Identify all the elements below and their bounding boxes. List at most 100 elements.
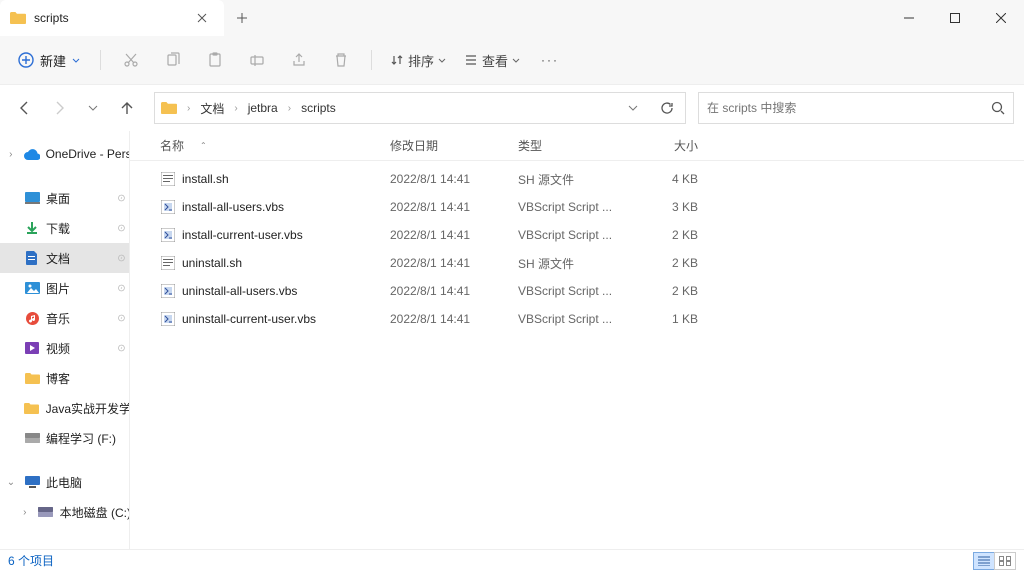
chevron-right-icon[interactable]: › [232,103,239,114]
music-icon [24,310,40,326]
drive-icon [38,504,54,520]
sidebar-item-coding-f[interactable]: 编程学习 (F:) [0,423,129,453]
view-label: 查看 [482,51,508,70]
chevron-right-icon[interactable]: › [4,149,18,160]
minimize-button[interactable] [886,0,932,36]
sidebar-item-label: 文档 [46,250,70,267]
sidebar-item-thispc[interactable]: ⌄ 此电脑 [0,467,129,497]
chevron-right-icon[interactable]: › [286,103,293,114]
new-button[interactable]: 新建 [10,47,88,74]
nav-row: › 文档 › jetbra › scripts [0,85,1024,131]
col-label-name: 名称 [160,137,184,154]
file-row[interactable]: uninstall-all-users.vbs2022/8/1 14:41VBS… [130,277,1024,305]
file-date: 2022/8/1 14:41 [390,200,518,214]
content-pane: 名称⌃ 修改日期 类型 大小 install.sh2022/8/1 14:41S… [130,131,1024,549]
address-dropdown-button[interactable] [619,94,647,122]
tab-close-button[interactable] [190,6,214,30]
file-icon [160,255,176,271]
folder-icon [24,400,40,416]
file-name: uninstall-current-user.vbs [182,312,390,326]
search-input[interactable] [707,101,991,115]
desktop-icon [24,190,40,206]
file-size: 1 KB [628,312,698,326]
share-button[interactable] [281,42,317,78]
addressbar[interactable]: › 文档 › jetbra › scripts [154,92,686,124]
sidebar-item-videos[interactable]: 视频 ⊙ [0,333,129,363]
sidebar-item-java[interactable]: Java实战开发学 [0,393,129,423]
file-date: 2022/8/1 14:41 [390,312,518,326]
col-header-type[interactable]: 类型 [518,137,628,154]
breadcrumb-1[interactable]: jetbra [246,99,280,117]
sidebar-item-downloads[interactable]: 下载 ⊙ [0,213,129,243]
download-icon [24,220,40,236]
breadcrumb-2[interactable]: scripts [299,99,338,117]
thumbnails-view-button[interactable] [994,552,1016,570]
forward-button[interactable] [44,93,74,123]
file-type: VBScript Script ... [518,312,628,326]
up-button[interactable] [112,93,142,123]
new-button-label: 新建 [40,51,66,70]
pin-icon: ⊙ [114,251,127,265]
close-window-button[interactable] [978,0,1024,36]
more-button[interactable]: ··· [532,53,568,67]
file-icon [160,311,176,327]
pin-icon: ⊙ [114,221,127,235]
tab-title: scripts [34,11,182,25]
chevron-right-icon[interactable]: › [185,103,192,114]
sidebar-item-pictures[interactable]: 图片 ⊙ [0,273,129,303]
chevron-right-icon[interactable]: › [18,507,32,518]
delete-button[interactable] [323,42,359,78]
sidebar-item-onedrive[interactable]: › OneDrive - Pers [0,139,129,169]
tab-current[interactable]: scripts [0,0,224,36]
col-header-date[interactable]: 修改日期 [390,137,518,154]
new-tab-button[interactable] [224,0,260,36]
file-date: 2022/8/1 14:41 [390,284,518,298]
view-dropdown[interactable]: 查看 [458,47,526,74]
col-header-name[interactable]: 名称⌃ [160,137,390,154]
file-row[interactable]: install-current-user.vbs2022/8/1 14:41VB… [130,221,1024,249]
sidebar-item-music[interactable]: 音乐 ⊙ [0,303,129,333]
search-icon[interactable] [991,101,1005,115]
sidebar-item-blog[interactable]: 博客 [0,363,129,393]
sidebar-item-desktop[interactable]: 桌面 ⊙ [0,183,129,213]
sidebar-item-documents[interactable]: 文档 ⊙ [0,243,129,273]
sort-dropdown[interactable]: 排序 [384,47,452,74]
rename-button[interactable] [239,42,275,78]
file-type: VBScript Script ... [518,228,628,242]
copy-button[interactable] [155,42,191,78]
file-name: install-all-users.vbs [182,200,390,214]
sidebar-item-label: 下载 [46,220,70,237]
file-size: 3 KB [628,200,698,214]
file-row[interactable]: install.sh2022/8/1 14:41SH 源文件4 KB [130,165,1024,193]
cloud-icon [24,146,40,162]
maximize-button[interactable] [932,0,978,36]
pin-icon: ⊙ [114,191,127,205]
view-toggles [974,552,1016,570]
video-icon [24,340,40,356]
sidebar-item-label: OneDrive - Pers [46,147,129,161]
file-name: install.sh [182,172,390,186]
pin-icon: ⊙ [114,341,127,355]
file-row[interactable]: uninstall.sh2022/8/1 14:41SH 源文件2 KB [130,249,1024,277]
file-row[interactable]: install-all-users.vbs2022/8/1 14:41VBScr… [130,193,1024,221]
chevron-down-icon[interactable]: ⌄ [4,477,18,488]
back-button[interactable] [10,93,40,123]
file-type: SH 源文件 [518,255,628,272]
recent-dropdown[interactable] [78,93,108,123]
pin-icon: ⊙ [114,311,127,325]
sidebar-item-disk-c[interactable]: › 本地磁盘 (C:) [0,497,129,527]
col-header-size[interactable]: 大小 [628,137,698,154]
sort-label: 排序 [408,51,434,70]
file-row[interactable]: uninstall-current-user.vbs2022/8/1 14:41… [130,305,1024,333]
breadcrumb-0[interactable]: 文档 [198,98,226,119]
sidebar: › OneDrive - Pers 桌面 ⊙ 下载 ⊙ 文档 ⊙ 图片 ⊙ [0,131,130,549]
file-size: 2 KB [628,284,698,298]
file-type: SH 源文件 [518,171,628,188]
details-view-button[interactable] [973,552,995,570]
cut-button[interactable] [113,42,149,78]
file-icon [160,199,176,215]
file-size: 2 KB [628,256,698,270]
search-box[interactable] [698,92,1014,124]
refresh-button[interactable] [653,94,681,122]
paste-button[interactable] [197,42,233,78]
